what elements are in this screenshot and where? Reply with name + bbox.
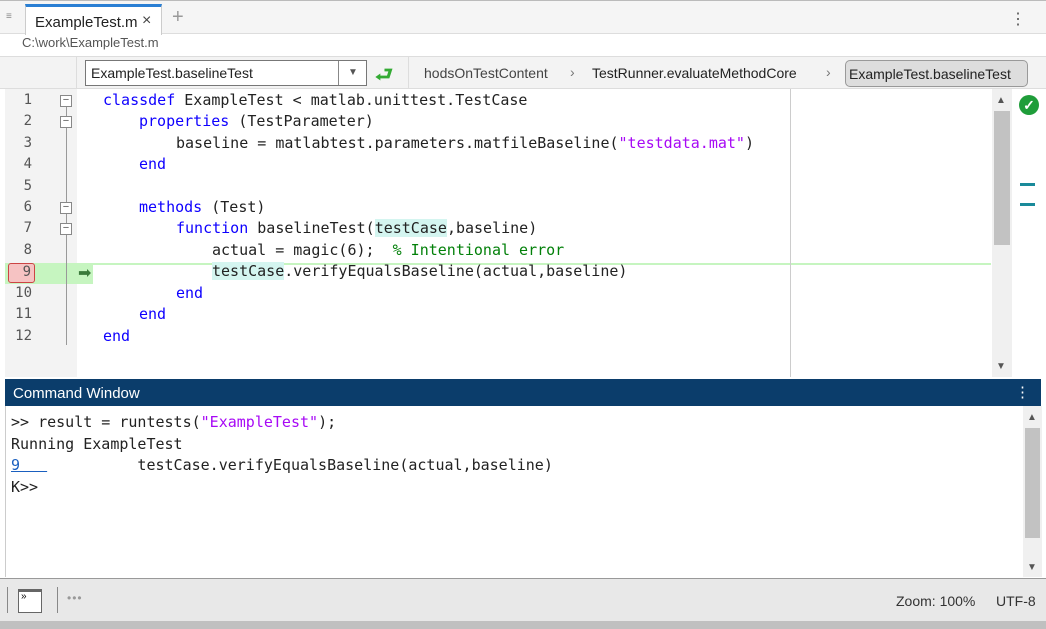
chevron-down-icon[interactable]: ▼ bbox=[338, 61, 367, 85]
line-number: 2 bbox=[23, 113, 32, 129]
command-prompt[interactable]: K>> bbox=[11, 478, 38, 499]
grip-icon[interactable]: ≡ bbox=[6, 11, 12, 22]
code-line: end bbox=[176, 284, 204, 302]
code-editor[interactable]: 1 2 3 4 5 6 7 8 9 10 11 12 − − − − ➡ cla… bbox=[0, 89, 1046, 377]
scroll-down-icon[interactable]: ▼ bbox=[1027, 562, 1037, 573]
function-select[interactable]: ExampleTest.baselineTest ▼ bbox=[85, 60, 367, 86]
line-number: 11 bbox=[15, 306, 32, 322]
code-line: function baselineTest(testCase,baseline) bbox=[176, 219, 538, 237]
line-link[interactable]: 9 bbox=[11, 456, 47, 474]
command-window-icon[interactable]: » bbox=[18, 589, 42, 613]
code-line-current: testCase.verifyEqualsBaseline(actual,bas… bbox=[212, 262, 628, 280]
line-number: 1 bbox=[23, 92, 32, 108]
highlight-marker[interactable] bbox=[1020, 203, 1035, 206]
breadcrumb-item-active[interactable]: ExampleTest.baselineTest bbox=[845, 60, 1028, 87]
code-analyzer-ok-icon[interactable]: ✓ bbox=[1019, 95, 1039, 115]
divider bbox=[408, 57, 409, 89]
tab-label: ExampleTest.m bbox=[35, 14, 138, 31]
code-line: classdef ExampleTest < matlab.unittest.T… bbox=[103, 91, 528, 109]
chevron-right-icon: › bbox=[826, 64, 831, 80]
more-icon[interactable]: ••• bbox=[67, 591, 83, 605]
breadcrumb-label: ExampleTest.baselineTest bbox=[849, 66, 1011, 82]
editor-scrollbar[interactable]: ▲ ▼ bbox=[992, 89, 1012, 377]
tab-exampletest[interactable]: ExampleTest.m × bbox=[25, 4, 162, 35]
line-number: 5 bbox=[23, 178, 32, 194]
file-path: C:\work\ExampleTest.m bbox=[22, 35, 159, 50]
divider bbox=[7, 587, 8, 613]
chevron-right-icon: › bbox=[570, 64, 575, 80]
command-output: 9 testCase.verifyEqualsBaseline(actual,b… bbox=[11, 456, 553, 474]
new-tab-button[interactable]: + bbox=[172, 6, 184, 29]
line-number: 4 bbox=[23, 156, 32, 172]
code-line: properties (TestParameter) bbox=[139, 112, 374, 130]
command-line: >> result = runtests("ExampleTest"); bbox=[11, 413, 337, 431]
scrollbar-thumb[interactable] bbox=[994, 111, 1010, 245]
right-margin-line bbox=[790, 89, 791, 377]
code-line: end bbox=[103, 327, 131, 345]
command-scrollbar[interactable]: ▲ ▼ bbox=[1023, 406, 1042, 577]
fold-icon[interactable]: − bbox=[60, 116, 72, 128]
command-window-header: Command Window ⋮ bbox=[5, 379, 1041, 406]
editor-toolbar: ExampleTest.baselineTest ▼ ⮐ hodsOnTestC… bbox=[0, 56, 1046, 89]
line-number: 10 bbox=[15, 285, 32, 301]
line-number: 3 bbox=[23, 135, 32, 151]
zoom-level: Zoom: 100% bbox=[896, 593, 976, 609]
scroll-down-icon[interactable]: ▼ bbox=[996, 361, 1006, 372]
command-window-title: Command Window bbox=[13, 385, 140, 402]
line-number: 8 bbox=[23, 242, 32, 258]
command-output: Running ExampleTest bbox=[11, 435, 183, 453]
breakpoint-line-number[interactable]: 9 bbox=[8, 263, 35, 283]
execution-arrow-icon: ➡ bbox=[78, 265, 92, 282]
command-window[interactable]: >> result = runtests("ExampleTest"); Run… bbox=[5, 406, 1042, 577]
more-options-icon[interactable]: ⋮ bbox=[1015, 383, 1030, 401]
scroll-up-icon[interactable]: ▲ bbox=[1027, 412, 1037, 423]
code-line: methods (Test) bbox=[139, 198, 266, 216]
code-line: end bbox=[139, 155, 167, 173]
highlight-marker[interactable] bbox=[1020, 183, 1035, 186]
fold-icon[interactable]: − bbox=[60, 202, 72, 214]
line-number: 12 bbox=[15, 328, 32, 344]
bottom-strip bbox=[0, 621, 1046, 629]
code-line: actual = magic(6); % Intentional error bbox=[212, 241, 565, 259]
line-number: 7 bbox=[23, 220, 32, 236]
tab-bar: ≡ ExampleTest.m × + ⋮ bbox=[0, 0, 1046, 35]
line-number: 6 bbox=[23, 199, 32, 215]
fold-icon[interactable]: − bbox=[60, 223, 72, 235]
encoding: UTF-8 bbox=[996, 593, 1036, 609]
fold-icon[interactable]: − bbox=[60, 95, 72, 107]
scrollbar-thumb[interactable] bbox=[1025, 428, 1040, 538]
divider bbox=[57, 587, 58, 613]
status-bar: » ••• Zoom: 100% UTF-8 bbox=[0, 578, 1046, 621]
toolbar-spacer bbox=[0, 57, 77, 89]
breadcrumb-item[interactable]: hodsOnTestContent bbox=[424, 65, 548, 81]
scroll-up-icon[interactable]: ▲ bbox=[996, 95, 1006, 106]
breadcrumb-item[interactable]: TestRunner.evaluateMethodCore bbox=[592, 65, 797, 81]
code-line: end bbox=[139, 305, 167, 323]
function-select-value: ExampleTest.baselineTest bbox=[91, 65, 253, 81]
code-line: baseline = matlabtest.parameters.matfile… bbox=[176, 134, 754, 152]
close-icon[interactable]: × bbox=[142, 12, 151, 30]
more-options-icon[interactable]: ⋮ bbox=[1010, 9, 1026, 29]
